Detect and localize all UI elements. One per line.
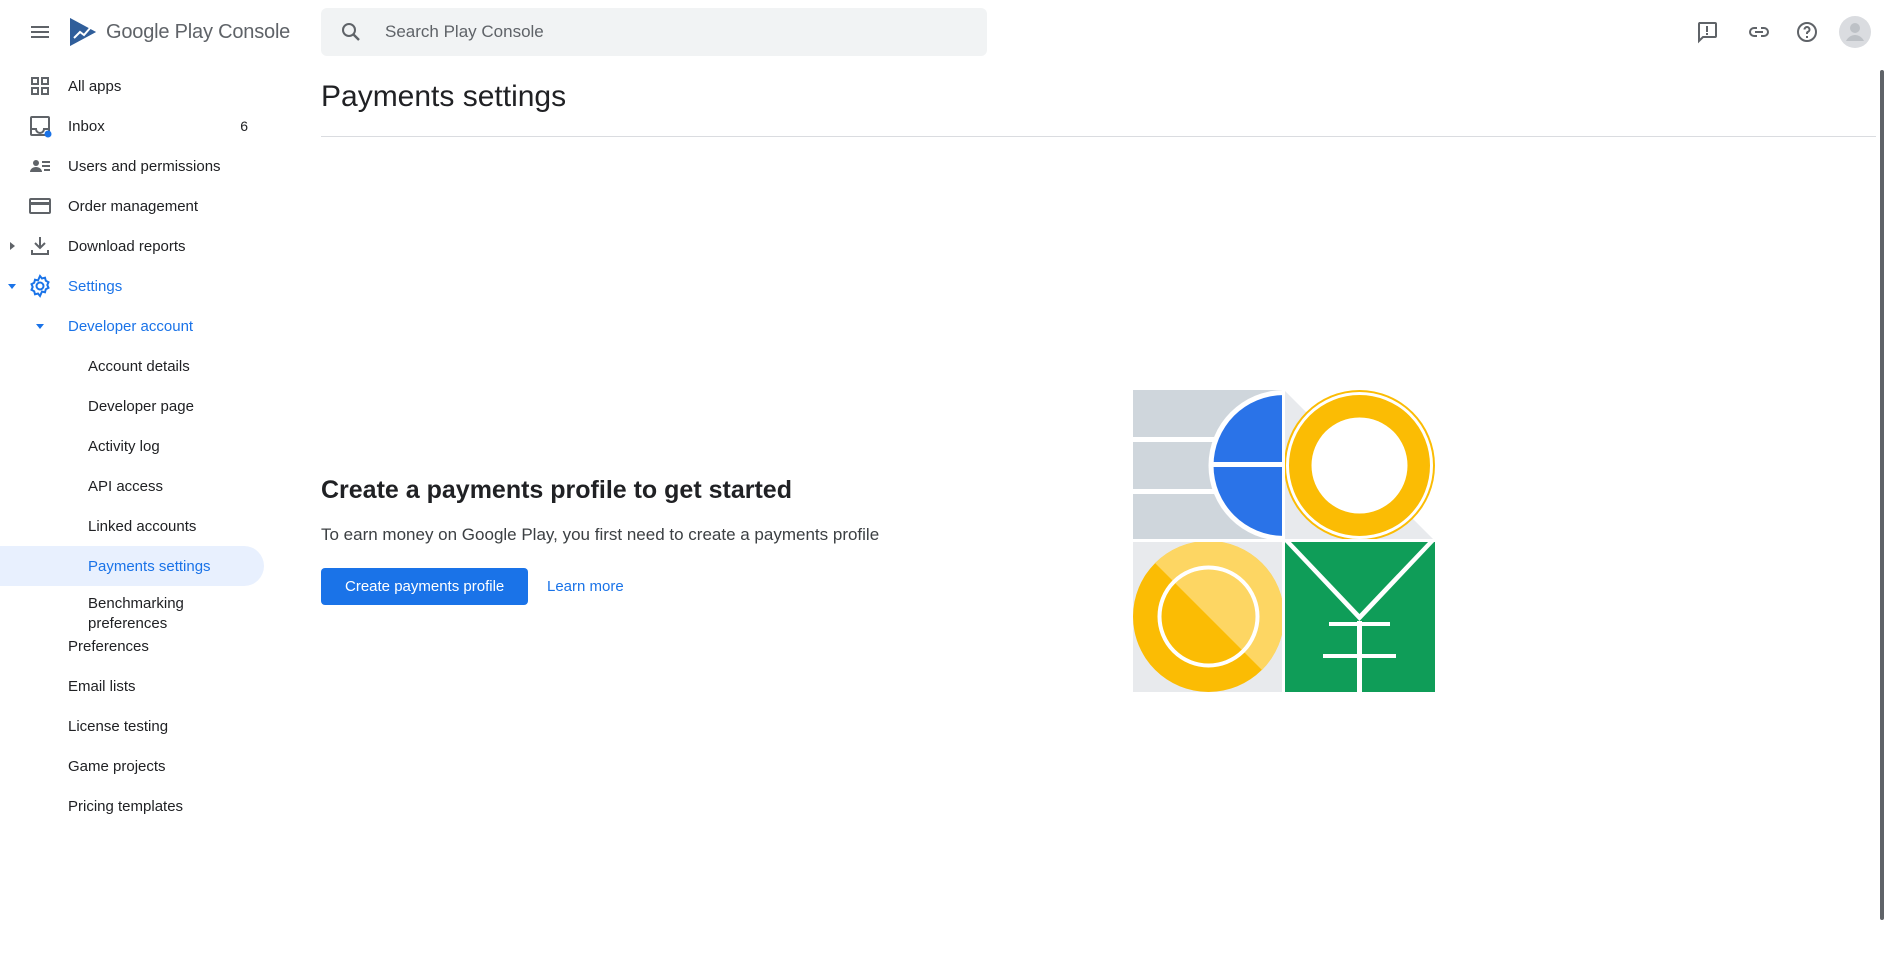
inbox-icon bbox=[28, 114, 52, 138]
sidebar-item-all-apps[interactable]: All apps bbox=[0, 66, 264, 106]
sidebar-item-label: Users and permissions bbox=[68, 157, 221, 175]
navigation-sidebar: All apps Inbox 6 Users and permissions O… bbox=[0, 64, 272, 963]
sidebar-item-label: Payments settings bbox=[88, 557, 211, 575]
sidebar-item-label: API access bbox=[88, 477, 164, 495]
page-title: Payments settings bbox=[321, 80, 567, 113]
gear-icon bbox=[28, 274, 52, 298]
sidebar-item-preferences[interactable]: Preferences bbox=[0, 626, 264, 666]
credit-card-icon bbox=[28, 194, 52, 218]
sidebar-item-email-lists[interactable]: Email lists bbox=[0, 666, 264, 706]
sidebar-item-label: Account details bbox=[88, 357, 190, 375]
sidebar-item-users-and-permissions[interactable]: Users and permissions bbox=[0, 146, 264, 186]
learn-more-link[interactable]: Learn more bbox=[537, 568, 634, 605]
grid-icon bbox=[28, 74, 52, 98]
sidebar-item-developer-page[interactable]: Developer page bbox=[0, 386, 264, 426]
sidebar-item-account-details[interactable]: Account details bbox=[0, 346, 264, 386]
sidebar-item-download-reports[interactable]: Download reports bbox=[0, 226, 264, 266]
sidebar-item-license-testing[interactable]: License testing bbox=[0, 706, 264, 746]
menu-icon[interactable] bbox=[20, 12, 60, 52]
sidebar-item-label: Linked accounts bbox=[88, 517, 197, 535]
search-input[interactable] bbox=[383, 21, 943, 43]
sidebar-item-label: Order management bbox=[68, 197, 199, 215]
sidebar-item-api-access[interactable]: API access bbox=[0, 466, 264, 506]
sidebar-item-label: Email lists bbox=[68, 677, 136, 695]
download-icon bbox=[28, 234, 52, 258]
title-divider bbox=[321, 136, 1876, 137]
search-bar[interactable] bbox=[321, 8, 987, 56]
sidebar-item-settings[interactable]: Settings bbox=[0, 266, 264, 306]
sidebar-item-pricing-templates[interactable]: Pricing templates bbox=[0, 786, 264, 826]
caret-down-icon[interactable] bbox=[4, 278, 20, 294]
sidebar-item-label: Activity log bbox=[88, 437, 160, 455]
caret-down-icon[interactable] bbox=[32, 318, 48, 334]
sidebar-item-label: Developer account bbox=[68, 317, 194, 335]
sidebar-item-inbox[interactable]: Inbox 6 bbox=[0, 106, 264, 146]
sidebar-item-game-projects[interactable]: Game projects bbox=[0, 746, 264, 786]
sidebar-item-order-management[interactable]: Order management bbox=[0, 186, 264, 226]
sidebar-item-label: Settings bbox=[68, 277, 123, 295]
logo-text: Google Play Console bbox=[106, 20, 291, 43]
sidebar-item-label: All apps bbox=[68, 77, 122, 95]
sidebar-item-label: License testing bbox=[68, 717, 169, 735]
play-console-logo-icon bbox=[70, 18, 96, 46]
inbox-count-badge: 6 bbox=[240, 118, 248, 134]
empty-state-heading: Create a payments profile to get started bbox=[321, 476, 792, 504]
top-app-bar: Google Play Console bbox=[0, 0, 1886, 64]
sidebar-item-label: Download reports bbox=[68, 237, 186, 255]
sidebar-item-label: Pricing templates bbox=[68, 797, 184, 815]
users-icon bbox=[28, 154, 52, 178]
sidebar-item-label: Preferences bbox=[68, 637, 149, 655]
caret-right-icon[interactable] bbox=[4, 238, 20, 254]
help-icon[interactable] bbox=[1787, 12, 1827, 52]
account-avatar[interactable] bbox=[1835, 12, 1875, 52]
sidebar-item-label: Inbox bbox=[68, 117, 105, 135]
feedback-icon[interactable] bbox=[1687, 12, 1727, 52]
sidebar-item-payments-settings[interactable]: Payments settings bbox=[0, 546, 264, 586]
search-icon bbox=[342, 23, 360, 41]
payments-illustration bbox=[1133, 390, 1435, 692]
sidebar-item-linked-accounts[interactable]: Linked accounts bbox=[0, 506, 264, 546]
sidebar-item-activity-log[interactable]: Activity log bbox=[0, 426, 264, 466]
sidebar-item-label: Developer page bbox=[88, 397, 194, 415]
sidebar-item-label: Game projects bbox=[68, 757, 166, 775]
link-icon[interactable] bbox=[1739, 12, 1779, 52]
empty-state-description: To earn money on Google Play, you first … bbox=[321, 525, 880, 544]
create-payments-profile-button[interactable]: Create payments profile bbox=[321, 568, 529, 605]
scrollbar[interactable] bbox=[1880, 70, 1884, 920]
google-play-console-logo[interactable]: Google Play Console bbox=[68, 14, 290, 50]
sidebar-item-developer-account[interactable]: Developer account bbox=[0, 306, 264, 346]
